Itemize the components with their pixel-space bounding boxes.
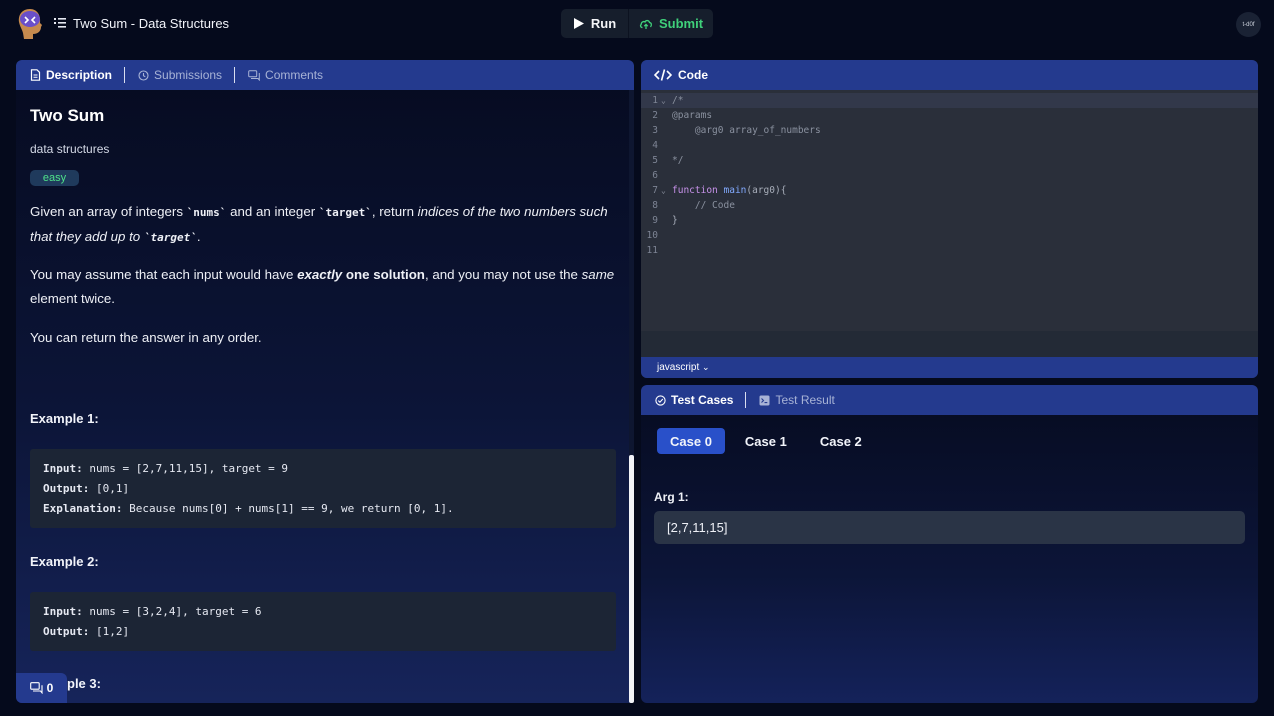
- avatar-text: t-d0f: [1242, 21, 1255, 28]
- tab-submissions-label: Submissions: [154, 68, 223, 82]
- document-icon: [30, 69, 41, 81]
- tab-divider: [124, 67, 126, 83]
- code-panel: Code 1 ⌄/* 2 @params 3 @arg0 array_of_numb…: [641, 60, 1258, 378]
- tab-test-result-label: Test Result: [775, 393, 835, 407]
- difficulty-badge: easy: [30, 170, 79, 186]
- problem-category: data structures: [30, 142, 110, 156]
- example-2-block: Input: nums = [3,2,4], target = 6 Output…: [30, 592, 616, 651]
- code-line: 10: [646, 230, 658, 241]
- check-circle-icon: [655, 394, 666, 406]
- example-2-heading: Example 2:: [30, 554, 99, 569]
- comments-count-button[interactable]: 0: [16, 673, 67, 703]
- case-tabs: Case 0 Case 1 Case 2: [657, 428, 882, 454]
- code-line: 9}: [652, 215, 678, 226]
- code-line: 3 @arg0 array_of_numbers: [652, 125, 821, 136]
- user-avatar[interactable]: t-d0f: [1236, 12, 1261, 37]
- tab-submissions[interactable]: Submissions: [138, 68, 234, 82]
- problem-title: Two Sum: [30, 106, 105, 125]
- example-1-block: Input: nums = [2,7,11,15], target = 9 Ou…: [30, 449, 616, 528]
- code-icon: [654, 69, 672, 81]
- case-tab-0[interactable]: Case 0: [657, 428, 725, 454]
- run-button[interactable]: Run: [561, 9, 629, 38]
- run-submit-group: Run Submit: [561, 9, 713, 38]
- fold-chevron-icon[interactable]: ⌄: [661, 93, 666, 108]
- case-tab-1[interactable]: Case 1: [732, 428, 800, 454]
- arg-1-input[interactable]: [2,7,11,15]: [654, 511, 1245, 544]
- code-line: 2 @params: [652, 110, 713, 121]
- test-tabbar: Test Cases Test Result: [641, 385, 1258, 415]
- example-1-explanation: Explanation: Because nums[0] + nums[1] =…: [43, 502, 454, 515]
- tab-comments[interactable]: Comments: [248, 68, 335, 82]
- comments-icon: [248, 69, 260, 81]
- language-label: javascript: [657, 362, 700, 373]
- terminal-icon: [759, 395, 770, 405]
- problem-statement: Given an array of integers `nums` and an…: [30, 204, 608, 244]
- tab-test-cases[interactable]: Test Cases: [655, 393, 745, 407]
- run-label: Run: [590, 16, 617, 31]
- tab-divider: [234, 67, 236, 83]
- code-line: 5 */: [652, 155, 684, 166]
- play-icon: [573, 18, 584, 29]
- tab-description-label: Description: [46, 68, 113, 82]
- tab-test-cases-label: Test Cases: [671, 393, 734, 407]
- test-panel: Test Cases Test Result Case 0 Case 1 Cas…: [641, 385, 1258, 703]
- tab-divider: [745, 392, 747, 408]
- language-selector[interactable]: javascript ⌄: [641, 357, 1258, 378]
- case-tab-2[interactable]: Case 2: [807, 428, 875, 454]
- code-line: 6: [652, 170, 658, 181]
- code-line: 11: [646, 245, 658, 256]
- description-scrollbar-track[interactable]: [629, 90, 634, 455]
- example-1-input: Input: nums = [2,7,11,15], target = 9: [43, 462, 289, 475]
- description-scrollbar-thumb[interactable]: [629, 455, 634, 703]
- tab-description[interactable]: Description: [30, 68, 124, 82]
- example-1-heading: Example 1:: [30, 411, 99, 426]
- left-tabbar: Description Submissions Comments: [16, 60, 634, 90]
- code-editor[interactable]: 1 ⌄/* 2 @params 3 @arg0 array_of_numbers 4…: [641, 90, 1258, 331]
- cloud-upload-icon: [639, 19, 652, 29]
- top-bar: Two Sum - Data Structures Run Submit t-d…: [0, 0, 1274, 48]
- code-header: Code: [641, 60, 1258, 90]
- comments-count: 0: [46, 681, 54, 695]
- code-line: 7 ⌄ function main(arg0){: [652, 183, 787, 198]
- example-3-heading: ple 3:: [67, 676, 101, 691]
- tab-test-result[interactable]: Test Result: [759, 393, 846, 407]
- problem-page-title: Two Sum - Data Structures: [73, 16, 230, 31]
- problem-order-note: You can return the answer in any order.: [30, 330, 262, 345]
- brain-logo-icon[interactable]: [16, 7, 44, 41]
- comments-icon: [29, 682, 43, 694]
- code-line: 8 // Code: [652, 200, 735, 211]
- description-panel: Description Submissions Comments Two Sum…: [16, 60, 634, 703]
- tab-comments-label: Comments: [265, 68, 324, 82]
- code-line: 4: [652, 140, 658, 151]
- problem-assumption: You may assume that each input would hav…: [30, 267, 615, 306]
- submit-label: Submit: [658, 16, 704, 31]
- arg-1-label: Arg 1:: [654, 490, 689, 504]
- example-1-output: Output: [0,1]: [43, 482, 130, 495]
- code-line: 1 ⌄/*: [641, 93, 1258, 108]
- submit-button[interactable]: Submit: [629, 9, 713, 38]
- code-header-label: Code: [678, 68, 708, 82]
- chevron-down-icon: ⌄: [702, 362, 710, 372]
- example-2-input: Input: nums = [3,2,4], target = 6: [43, 605, 262, 618]
- list-menu-icon[interactable]: [54, 17, 66, 29]
- fold-chevron-icon[interactable]: ⌄: [661, 183, 666, 198]
- history-icon: [138, 69, 149, 81]
- example-2-output: Output: [1,2]: [43, 625, 130, 638]
